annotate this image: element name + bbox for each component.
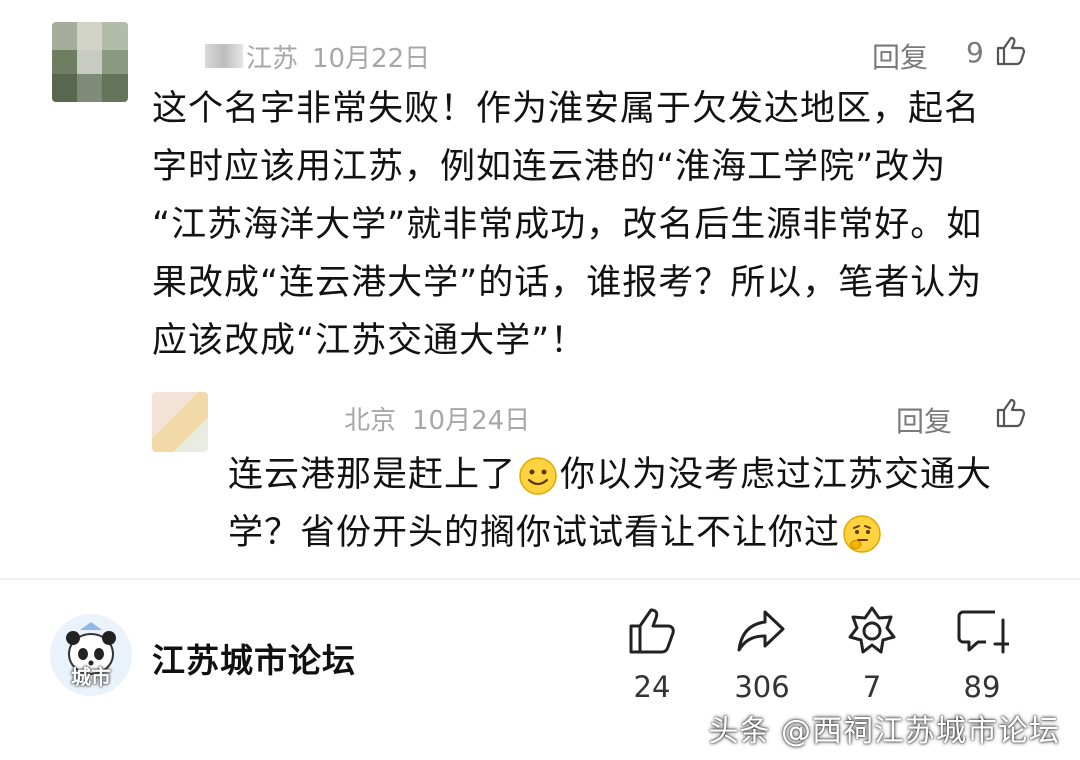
- share-icon: [737, 610, 785, 652]
- logo-text: 城市: [71, 665, 111, 689]
- reply-reply-button[interactable]: 回复: [896, 400, 952, 440]
- thumbs-up-icon: [629, 608, 675, 654]
- thumbs-up-icon[interactable]: [994, 34, 1028, 68]
- reply-avatar[interactable]: [152, 392, 208, 452]
- author-logo[interactable]: 城市: [50, 614, 132, 696]
- comment-count: 89: [963, 670, 1001, 704]
- smile-emoji-icon: [519, 457, 557, 495]
- comment-action[interactable]: 89: [932, 604, 1032, 704]
- reply-thumbs-up-icon[interactable]: [994, 396, 1028, 430]
- thinking-emoji-icon: [843, 515, 881, 553]
- commenter-avatar[interactable]: [52, 22, 128, 102]
- section-divider: [0, 578, 1080, 580]
- favorite-count: 7: [862, 670, 882, 704]
- favorite-action[interactable]: 7: [822, 604, 922, 704]
- share-action[interactable]: 306: [712, 604, 812, 704]
- watermark: 头条 @西祠江苏城市论坛: [708, 714, 1060, 749]
- commenter-name-blurred[interactable]: [205, 44, 243, 68]
- reply-date: 10月24日: [412, 406, 531, 436]
- comment-date: 10月22日: [312, 44, 431, 74]
- like-count: 24: [633, 670, 671, 704]
- star-icon: [848, 606, 896, 654]
- reply-text-part1: 连云港那是赶上了: [228, 455, 517, 495]
- comment-text: 这个名字非常失败！作为淮安属于欠发达地区，起名 字时应该用江苏，例如连云港的“淮…: [152, 89, 983, 361]
- comment-icon: [957, 610, 1013, 654]
- reply-text: 连云港那是赶上了 你以为没考虑过江苏交通大 学？省份开头的搁你试试看让不让你过: [228, 446, 1048, 562]
- reply-location: 北京: [344, 406, 397, 436]
- reply-button[interactable]: 回复: [872, 36, 928, 76]
- author-name[interactable]: 江苏城市论坛: [152, 634, 356, 682]
- comment-like-count: 9: [966, 36, 984, 69]
- share-count: 306: [734, 670, 790, 704]
- comment-location: 江苏: [246, 44, 299, 74]
- like-action[interactable]: 24: [602, 604, 702, 704]
